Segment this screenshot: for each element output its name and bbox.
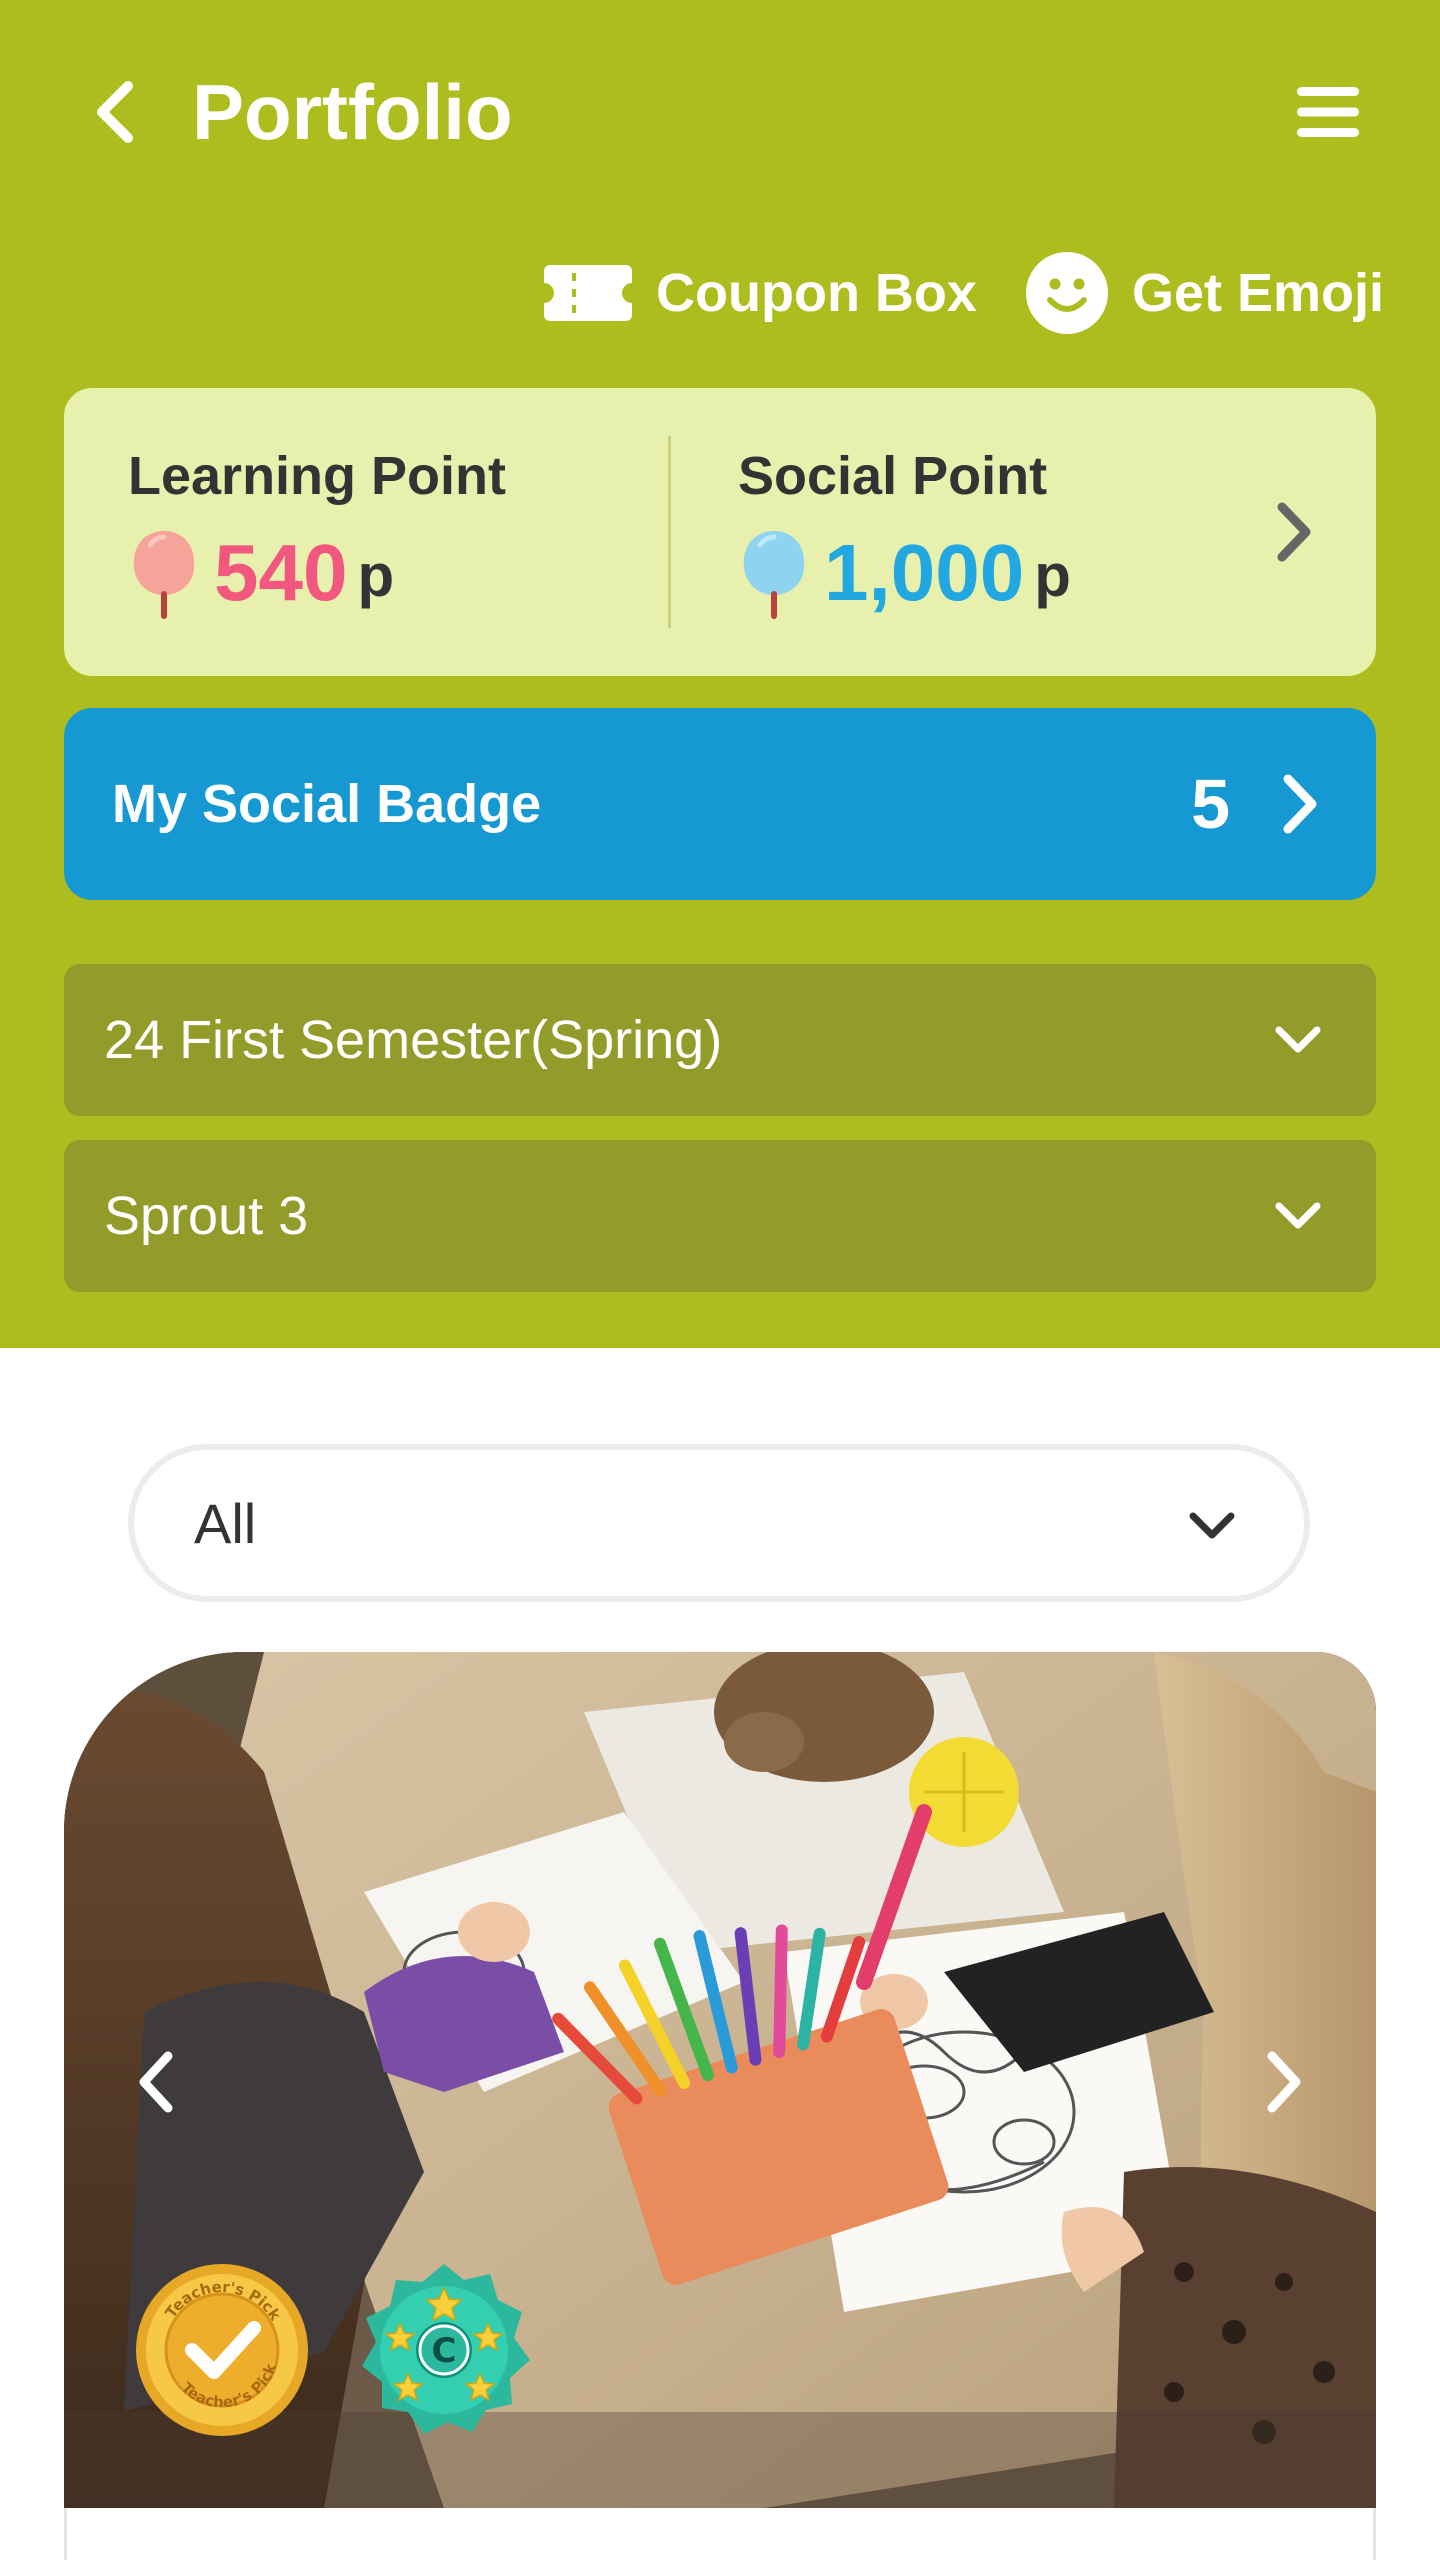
get-emoji-button[interactable]: Get Emoji	[1026, 248, 1384, 338]
learning-point-unit: p	[357, 542, 395, 609]
class-dropdown-value: Sprout 3	[104, 1186, 309, 1246]
blue-cotton-candy-icon	[743, 531, 805, 619]
points-divider	[668, 436, 671, 628]
portfolio-photo-carousel[interactable]: Teacher's Pick Teacher's Pick C	[64, 1652, 1376, 2508]
social-point-value: 1,000	[824, 528, 1025, 617]
header: Portfolio Coupon Box Get Emoji Learning …	[0, 0, 1440, 1348]
class-dropdown[interactable]: Sprout 3	[64, 1140, 1376, 1292]
smiley-icon	[1026, 252, 1108, 334]
semester-dropdown[interactable]: 24 First Semester(Spring)	[64, 964, 1376, 1116]
teachers-pick-badge-icon: Teacher's Pick Teacher's Pick	[136, 2264, 308, 2436]
social-badge-label: My Social Badge	[112, 774, 542, 834]
filter-selected-value: All	[194, 1492, 257, 1555]
social-point-label: Social Point	[738, 446, 1048, 506]
portfolio-item-card	[64, 2508, 1376, 2560]
chevron-down-icon	[1270, 1190, 1326, 1242]
menu-button[interactable]	[1290, 80, 1366, 144]
learning-point-value: 540	[214, 528, 348, 617]
chevron-right-icon	[1272, 766, 1328, 842]
ticket-icon	[544, 265, 632, 321]
chevron-down-icon	[1184, 1498, 1240, 1554]
page-title: Portfolio	[192, 68, 513, 156]
learning-point: Learning Point 540 p	[128, 444, 506, 624]
carousel-prev-button[interactable]	[116, 2032, 196, 2132]
learning-point-label: Learning Point	[128, 446, 506, 506]
chevron-down-icon	[1270, 1014, 1326, 1066]
my-social-badge-button[interactable]: My Social Badge 5	[64, 708, 1376, 900]
chevron-left-icon	[139, 2051, 173, 2113]
chevron-right-icon	[1264, 492, 1324, 572]
coupon-box-button[interactable]: Coupon Box	[544, 248, 977, 338]
carousel-next-button[interactable]	[1244, 2032, 1324, 2132]
semester-dropdown-value: 24 First Semester(Spring)	[104, 1010, 723, 1070]
category-filter-dropdown[interactable]: All	[128, 1444, 1310, 1602]
social-point: Social Point 1,000 p	[738, 444, 1071, 624]
get-emoji-label: Get Emoji	[1132, 263, 1385, 323]
chevron-left-icon	[97, 81, 133, 143]
hamburger-menu-icon	[1297, 87, 1359, 137]
c-grade-star-badge-icon: C	[362, 2264, 530, 2434]
points-card[interactable]: Learning Point 540 p Social Point 1,000 …	[64, 388, 1376, 676]
back-button[interactable]	[78, 72, 150, 152]
social-point-unit: p	[1034, 542, 1071, 609]
pink-cotton-candy-icon	[133, 531, 195, 619]
coupon-box-label: Coupon Box	[656, 263, 977, 323]
chevron-right-icon	[1267, 2051, 1301, 2113]
social-badge-count: 5	[1191, 765, 1230, 843]
c-badge-letter: C	[432, 2331, 457, 2371]
